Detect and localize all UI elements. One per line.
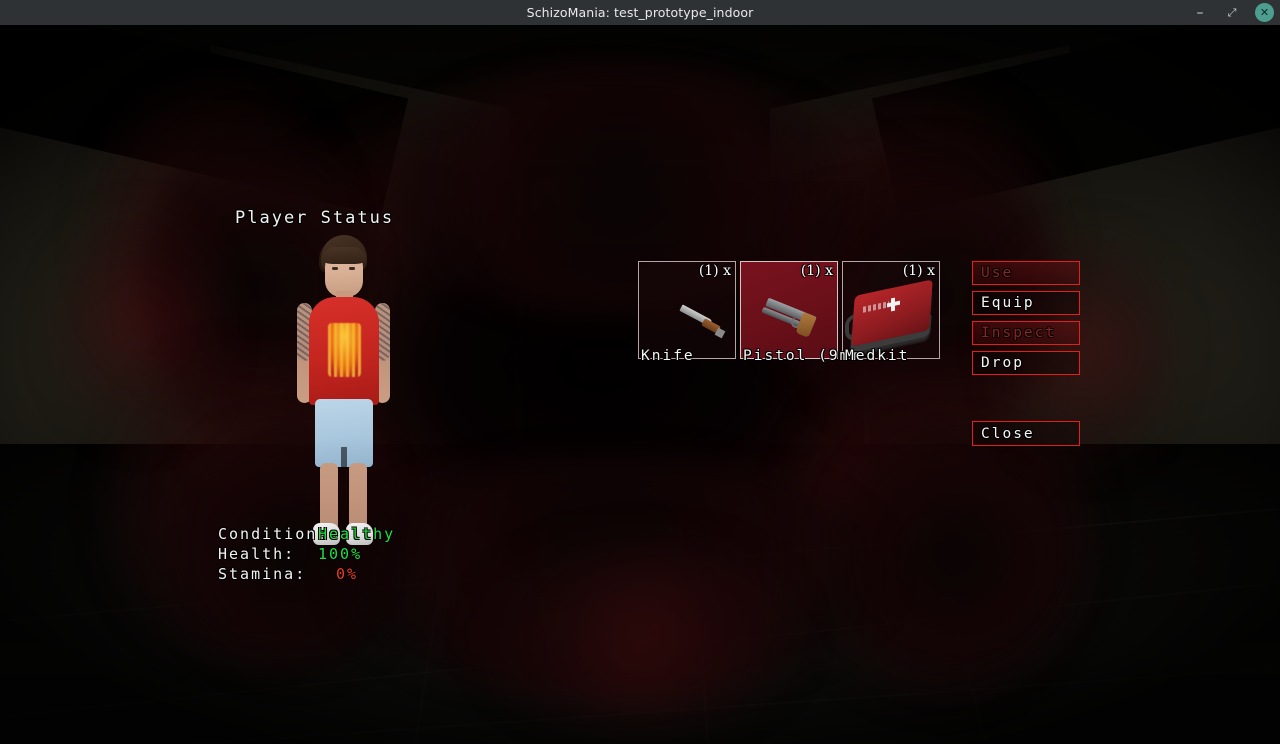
slot-name-pistol: Pistol (9mm <box>743 348 862 364</box>
inventory-slot-pistol[interactable]: (1) x Pistol (9mm <box>740 261 859 364</box>
inventory-slot-medkit[interactable]: (1) x Medkit <box>842 261 940 364</box>
inventory-slot-row: (1) x Knife (1) x Pistol (9mm (1) x Medk… <box>638 261 944 364</box>
window-title: SchizoMania: test_prototype_indoor <box>526 5 754 20</box>
character-eye-right <box>349 267 355 270</box>
character-shorts-gap <box>341 447 347 469</box>
character-bangs <box>322 247 366 264</box>
inventory-panel: (1) x Knife (1) x Pistol (9mm (1) x Medk… <box>638 261 944 364</box>
action-button-group: Use Equip Inspect Drop <box>972 261 1080 381</box>
corridor-scene <box>0 25 1280 744</box>
stat-row-stamina: Stamina: 0% <box>218 565 538 585</box>
slot-count-medkit: (1) x <box>902 263 935 279</box>
slot-count-pistol: (1) x <box>800 263 833 279</box>
close-icon[interactable]: ✕ <box>1255 3 1274 22</box>
inspect-button-label: Inspect <box>981 325 1057 341</box>
close-button[interactable]: Close <box>972 421 1080 446</box>
character-eye-left <box>332 267 338 270</box>
slot-name-knife: Knife <box>641 348 695 364</box>
window-titlebar: SchizoMania: test_prototype_indoor – ⤢ ✕ <box>0 0 1280 25</box>
game-viewport: Player Status Condition: Healthy Health:… <box>0 25 1280 744</box>
slot-count-knife: (1) x <box>698 263 731 279</box>
window-controls: – ⤢ ✕ <box>1191 0 1274 25</box>
stat-row-health: Health: 100% <box>218 545 538 565</box>
page-title: Player Status <box>235 208 395 228</box>
inventory-slot-knife[interactable]: (1) x Knife <box>638 261 736 364</box>
player-status-panel: Player Status Condition: Healthy Health:… <box>218 180 548 600</box>
inspect-button[interactable]: Inspect <box>972 321 1080 345</box>
stat-label-health: Health: <box>218 545 296 563</box>
game-window: SchizoMania: test_prototype_indoor – ⤢ ✕ <box>0 0 1280 744</box>
equip-button[interactable]: Equip <box>972 291 1080 315</box>
player-stats-list: Condition: Healthy Health: 100% Stamina:… <box>218 525 538 585</box>
stat-value-health: 100% <box>318 545 363 563</box>
stat-label-condition: Condition: <box>218 525 329 543</box>
character-leg-left <box>320 463 338 531</box>
use-button[interactable]: Use <box>972 261 1080 285</box>
slot-name-medkit: Medkit <box>845 348 910 364</box>
character-shirt-graphic <box>328 323 361 377</box>
stat-row-condition: Condition: Healthy <box>218 525 538 545</box>
stat-value-stamina: 0% <box>336 565 359 583</box>
drop-button[interactable]: Drop <box>972 351 1080 375</box>
character-leg-right <box>349 463 367 531</box>
equip-button-label: Equip <box>981 295 1035 311</box>
use-button-label: Use <box>981 265 1014 281</box>
floor <box>0 444 1280 744</box>
close-button-label: Close <box>981 425 1035 442</box>
drop-button-label: Drop <box>981 355 1024 371</box>
maximize-icon[interactable]: ⤢ <box>1223 4 1241 22</box>
stat-label-stamina: Stamina: <box>218 565 307 583</box>
minimize-icon[interactable]: – <box>1191 4 1209 22</box>
stat-value-condition: Healthy <box>318 525 396 543</box>
